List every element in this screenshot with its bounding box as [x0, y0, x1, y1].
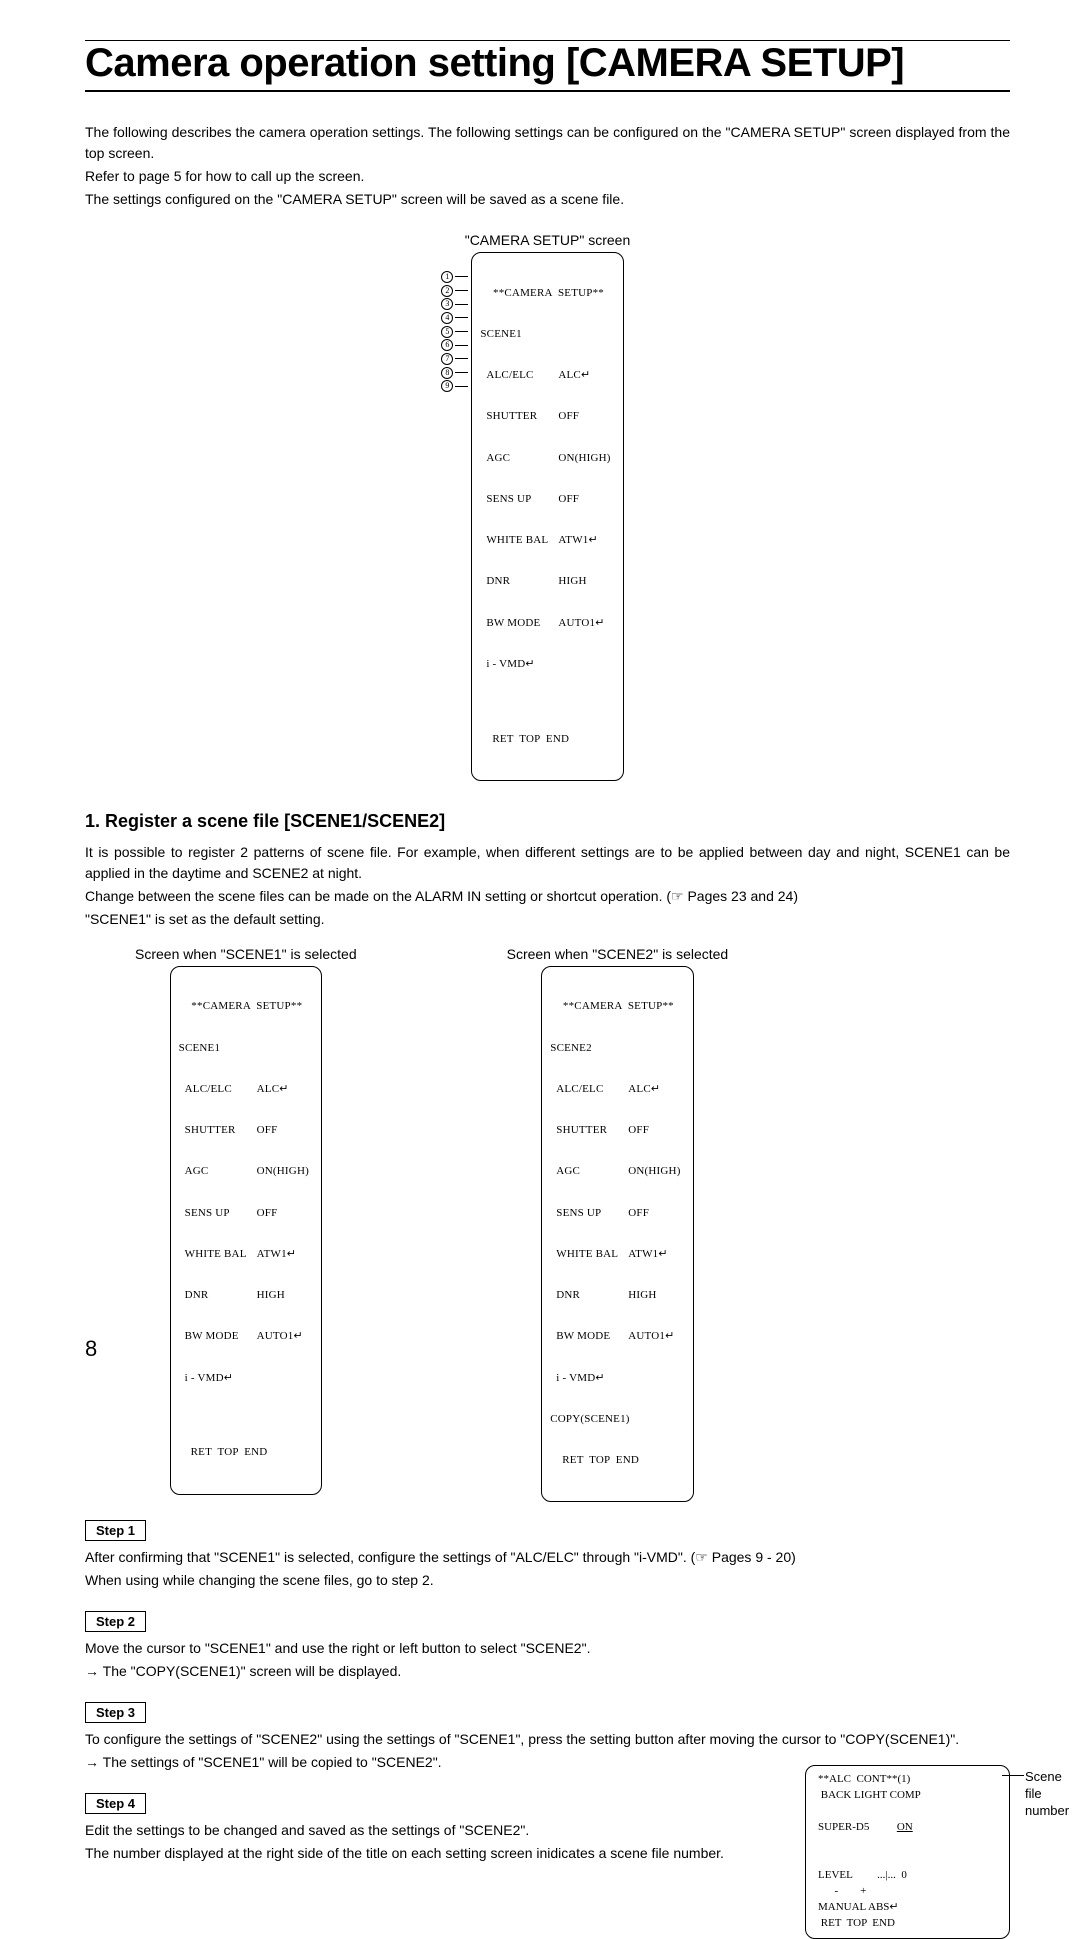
intro-p2: Refer to page 5 for how to call up the s… — [85, 166, 1010, 187]
page-number: 8 — [85, 1336, 97, 1362]
intro-p1: The following describes the camera opera… — [85, 122, 1010, 164]
step1-p2: When using while changing the scene file… — [85, 1570, 1010, 1591]
page-title: Camera operation setting [CAMERA SETUP] — [85, 41, 1010, 86]
main-diagram-caption: "CAMERA SETUP" screen — [85, 232, 1010, 248]
section1-p2: Change between the scene files can be ma… — [85, 886, 1010, 907]
step1-label: Step 1 — [85, 1520, 146, 1541]
main-diagram: 1 2 3 4 5 6 7 8 9 **CAMERA SETUP** SCENE… — [471, 252, 623, 781]
rule-bottom — [85, 90, 1010, 92]
step4-p2: The number displayed at the right side o… — [85, 1843, 787, 1864]
callout-line — [1002, 1775, 1024, 1776]
osd-screen-scene1: **CAMERA SETUP** SCENE1 ALC/ELCALC↵ SHUT… — [170, 966, 322, 1495]
step4-label: Step 4 — [85, 1793, 146, 1814]
scene-file-number-annot: Scene file number — [1025, 1769, 1069, 1820]
section1-p1: It is possible to register 2 patterns of… — [85, 842, 1010, 884]
scene2-diagram-col: Screen when "SCENE2" is selected **CAMER… — [507, 940, 729, 1503]
number-callouts: 1 2 3 4 5 6 7 8 9 — [441, 270, 468, 393]
step4-p1: Edit the settings to be changed and save… — [85, 1820, 787, 1841]
section-1-heading: 1. Register a scene file [SCENE1/SCENE2] — [85, 811, 1010, 832]
section1-p3: "SCENE1" is set as the default setting. — [85, 909, 1010, 930]
step3-label: Step 3 — [85, 1702, 146, 1723]
osd-screen-main: **CAMERA SETUP** SCENE1 ALC/ELCALC↵ SHUT… — [471, 252, 623, 781]
step2-label: Step 2 — [85, 1611, 146, 1632]
step1-p1: After confirming that "SCENE1" is select… — [85, 1547, 1010, 1568]
step3-p1: To configure the settings of "SCENE2" us… — [85, 1729, 1010, 1750]
osd-screen-scene2: **CAMERA SETUP** SCENE2 ALC/ELCALC↵ SHUT… — [541, 966, 693, 1503]
step2-p2: → The "COPY(SCENE1)" screen will be disp… — [85, 1661, 1010, 1682]
step2-p1: Move the cursor to "SCENE1" and use the … — [85, 1638, 1010, 1659]
osd-screen-alc: **ALC CONT**(1) BACK LIGHT COMP SUPER-D5… — [805, 1765, 1010, 1938]
intro-p3: The settings configured on the "CAMERA S… — [85, 189, 1010, 210]
scene1-diagram-col: Screen when "SCENE1" is selected **CAMER… — [135, 940, 357, 1503]
alc-diagram: **ALC CONT**(1) BACK LIGHT COMP SUPER-D5… — [805, 1765, 1010, 1938]
